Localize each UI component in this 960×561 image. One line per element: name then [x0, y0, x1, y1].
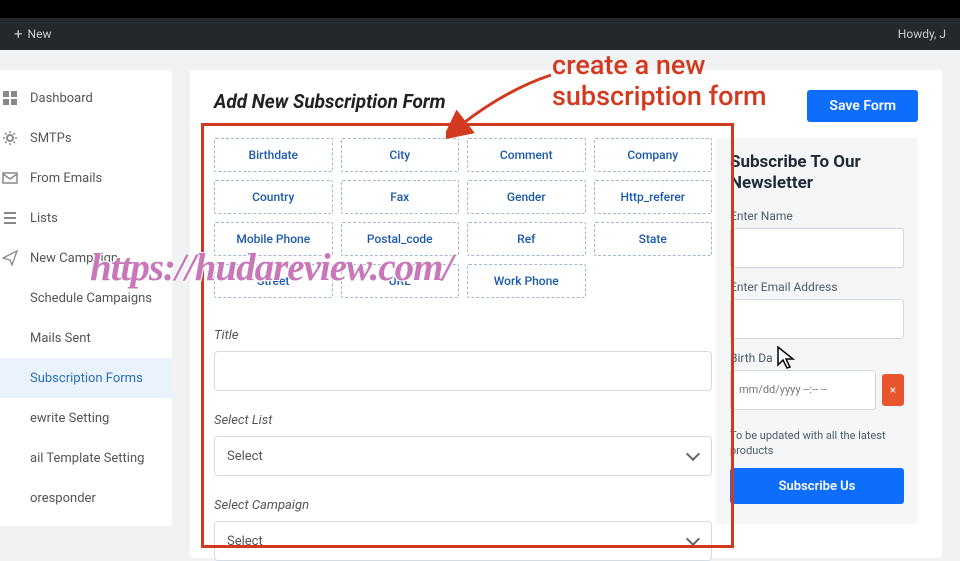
title-input[interactable]	[214, 351, 712, 391]
field-option-comment[interactable]: Comment	[467, 138, 586, 172]
sidebar-item-mails-sent[interactable]: Mails Sent	[0, 318, 172, 358]
form-preview-panel: Subscribe To Our Newsletter Enter Name E…	[716, 138, 918, 524]
delete-field-button[interactable]: ×	[882, 374, 904, 406]
preview-birth-label: Birth Da	[730, 351, 904, 365]
field-option-ref[interactable]: Ref	[467, 222, 586, 256]
mail-icon	[2, 170, 18, 186]
field-option-state[interactable]: State	[594, 222, 713, 256]
sidebar-item-label: Dashboard	[30, 91, 93, 106]
field-option-http-referer[interactable]: Http_referer	[594, 180, 713, 214]
sidebar-item-lists[interactable]: Lists	[0, 198, 172, 238]
mouse-cursor-icon	[776, 345, 798, 371]
dashboard-icon	[2, 90, 18, 106]
annotation-text: create a newsubscription form	[552, 50, 767, 112]
sidebar-nav: Dashboard SMTPs From Emails Lists New Ca…	[0, 70, 172, 526]
preview-note: To be updated with all the latest produc…	[730, 428, 904, 459]
sidebar-item-label: ail Template Setting	[30, 451, 144, 466]
title-label: Title	[214, 328, 712, 343]
calendar-icon	[2, 290, 18, 306]
preview-email-input[interactable]	[730, 299, 904, 339]
field-option-birthdate[interactable]: Birthdate	[214, 138, 333, 172]
preview-heading: Subscribe To Our Newsletter	[730, 152, 904, 195]
plus-icon: +	[14, 27, 23, 42]
edit-icon	[2, 410, 18, 426]
select-list-dropdown[interactable]: Select	[214, 436, 712, 476]
sidebar-item-label: From Emails	[30, 171, 102, 186]
field-option-street[interactable]: Street	[214, 264, 333, 298]
sidebar-item-mail-template-setting[interactable]: ail Template Setting	[0, 438, 172, 478]
field-option-company[interactable]: Company	[594, 138, 713, 172]
new-label: New	[28, 27, 52, 41]
field-option-mobile-phone[interactable]: Mobile Phone	[214, 222, 333, 256]
howdy-label: Howdy, J	[898, 27, 946, 41]
form-icon	[2, 370, 18, 386]
sidebar-item-schedule-campaigns[interactable]: Schedule Campaigns	[0, 278, 172, 318]
sidebar-item-label: Mails Sent	[30, 331, 91, 346]
preview-name-label: Enter Name	[730, 209, 904, 223]
page-title: Add New Subscription Form	[214, 90, 446, 113]
autoresponder-icon	[2, 490, 18, 506]
sidebar-item-label: SMTPs	[30, 131, 72, 146]
sidebar-item-rewrite-setting[interactable]: ewrite Setting	[0, 398, 172, 438]
sidebar-item-label: ewrite Setting	[30, 411, 109, 426]
window-top-strip	[0, 0, 960, 18]
field-option-city[interactable]: City	[341, 138, 460, 172]
gear-icon	[2, 130, 18, 146]
sidebar-item-subscription-forms[interactable]: Subscription Forms	[0, 358, 172, 398]
field-option-fax[interactable]: Fax	[341, 180, 460, 214]
select-campaign-label: Select Campaign	[214, 498, 712, 513]
sidebar-item-from-emails[interactable]: From Emails	[0, 158, 172, 198]
subscribe-button[interactable]: Subscribe Us	[730, 468, 904, 504]
annotation-arrow-icon	[446, 70, 556, 140]
wp-admin-bar: + New Howdy, J	[0, 18, 960, 50]
template-icon	[2, 450, 18, 466]
sidebar-item-dashboard[interactable]: Dashboard	[0, 78, 172, 118]
close-icon: ×	[890, 383, 896, 397]
preview-name-input[interactable]	[730, 228, 904, 268]
sidebar-item-label: oresponder	[30, 491, 96, 506]
field-option-url[interactable]: URL	[341, 264, 460, 298]
field-option-gender[interactable]: Gender	[467, 180, 586, 214]
sidebar-item-label: Subscription Forms	[30, 371, 143, 386]
available-fields: BirthdateCityCommentCompany CountryFaxGen…	[214, 138, 712, 561]
main-panel: Add New Subscription Form Save Form Birt…	[190, 70, 942, 558]
send-icon	[2, 250, 18, 266]
field-option-work-phone[interactable]: Work Phone	[467, 264, 586, 298]
field-option-country[interactable]: Country	[214, 180, 333, 214]
sidebar-item-smtps[interactable]: SMTPs	[0, 118, 172, 158]
sidebar-item-label: Schedule Campaigns	[30, 291, 152, 306]
field-option-postal-code[interactable]: Postal_code	[341, 222, 460, 256]
sidebar-item-new-campaign[interactable]: New Campaign	[0, 238, 172, 278]
preview-date-input[interactable]	[730, 370, 876, 410]
sent-icon	[2, 330, 18, 346]
list-icon	[2, 210, 18, 226]
new-link[interactable]: + New	[14, 27, 51, 42]
sidebar-item-label: New Campaign	[30, 251, 118, 266]
sidebar-item-autoresponder[interactable]: oresponder	[0, 478, 172, 518]
save-form-button[interactable]: Save Form	[807, 90, 918, 122]
select-list-label: Select List	[214, 413, 712, 428]
select-campaign-dropdown[interactable]: Select	[214, 521, 712, 561]
preview-email-label: Enter Email Address	[730, 280, 904, 294]
sidebar-item-label: Lists	[30, 211, 58, 226]
